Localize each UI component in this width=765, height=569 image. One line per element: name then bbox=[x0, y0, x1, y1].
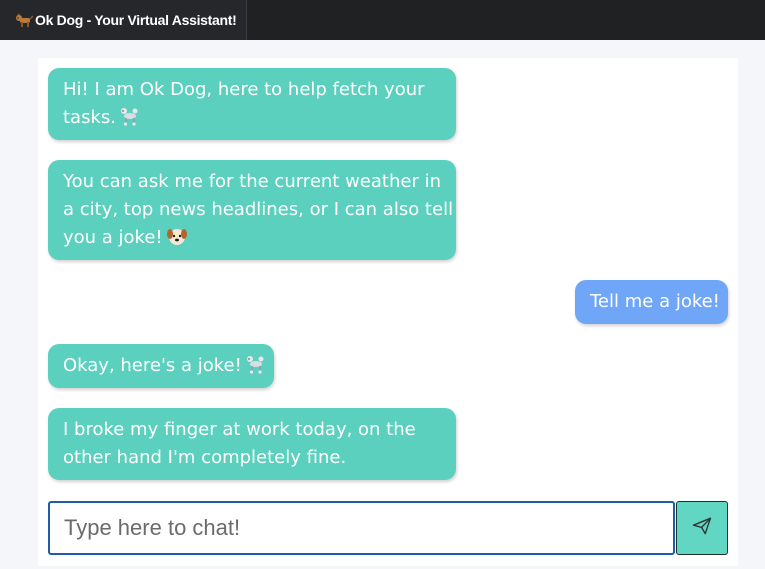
tab-title: Ok Dog - Your Virtual Assistant! bbox=[35, 12, 237, 28]
message-line: tasks. bbox=[63, 107, 116, 128]
message-line: a city, top news headlines, or I can als… bbox=[63, 199, 454, 220]
bot-message: You can ask me for the current weather i… bbox=[48, 160, 456, 260]
chat-input-container bbox=[48, 501, 675, 555]
dog-face-emoji-icon bbox=[166, 226, 188, 255]
poodle-emoji-icon bbox=[245, 354, 267, 383]
message-line: Tell me a joke! bbox=[590, 291, 720, 312]
dog-logo-icon bbox=[14, 10, 34, 30]
poodle-emoji-icon bbox=[119, 106, 141, 135]
message-line: you a joke! bbox=[63, 227, 163, 248]
browser-tab[interactable]: Ok Dog - Your Virtual Assistant! bbox=[0, 0, 247, 40]
message-line: I broke my finger at work today, on the bbox=[63, 419, 416, 440]
send-button[interactable] bbox=[676, 501, 728, 555]
bot-message: Okay, here's a joke! bbox=[48, 344, 274, 388]
user-message: Tell me a joke! bbox=[575, 280, 728, 324]
bot-message: I broke my finger at work today, on the … bbox=[48, 408, 456, 480]
bot-message: Hi! I am Ok Dog, here to help fetch your… bbox=[48, 68, 456, 140]
top-bar: Ok Dog - Your Virtual Assistant! bbox=[0, 0, 765, 40]
paper-plane-icon bbox=[692, 517, 712, 539]
message-line: Hi! I am Ok Dog, here to help fetch your bbox=[63, 79, 425, 100]
message-line: other hand I'm completely fine. bbox=[63, 447, 347, 468]
message-line: Okay, here's a joke! bbox=[63, 355, 242, 376]
message-line: You can ask me for the current weather i… bbox=[63, 171, 441, 192]
chat-input[interactable] bbox=[50, 503, 673, 553]
